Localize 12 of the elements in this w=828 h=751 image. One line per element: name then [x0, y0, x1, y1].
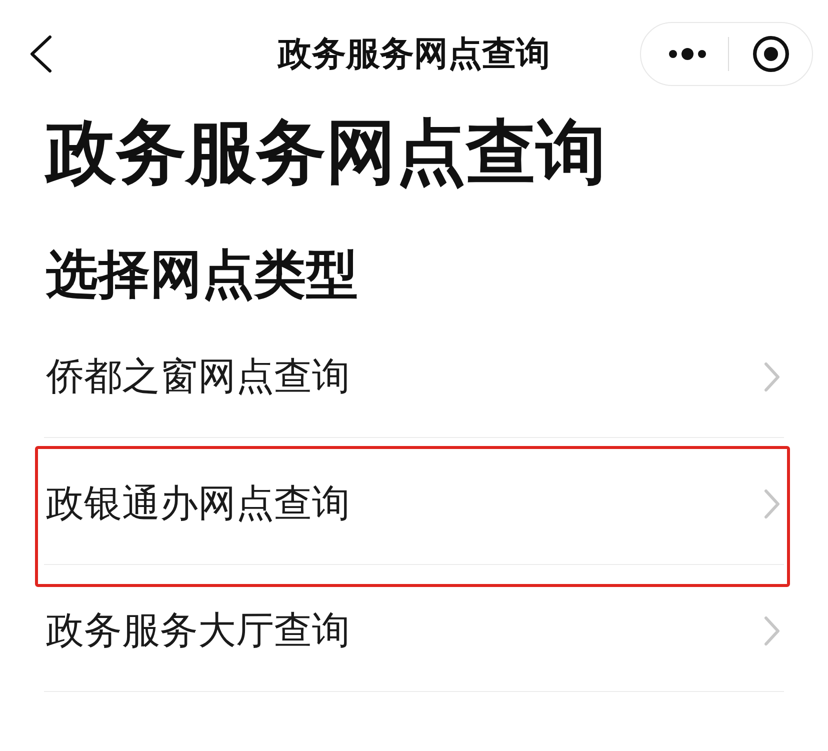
- more-icon[interactable]: [669, 48, 706, 60]
- list-item[interactable]: 侨都之窗网点查询: [44, 311, 784, 438]
- nav-title: 政务服务网点查询: [278, 34, 550, 74]
- target-icon[interactable]: [753, 36, 789, 72]
- back-icon[interactable]: [29, 35, 53, 73]
- chevron-right-icon: [764, 616, 780, 646]
- page-title: 政务服务网点查询: [44, 110, 606, 194]
- chevron-right-icon: [764, 362, 780, 392]
- list-item[interactable]: 政银通办网点查询: [44, 438, 784, 565]
- list-item[interactable]: 政务服务大厅查询: [44, 565, 784, 692]
- chevron-right-icon: [764, 488, 780, 518]
- section-title: 选择网点类型: [44, 244, 358, 306]
